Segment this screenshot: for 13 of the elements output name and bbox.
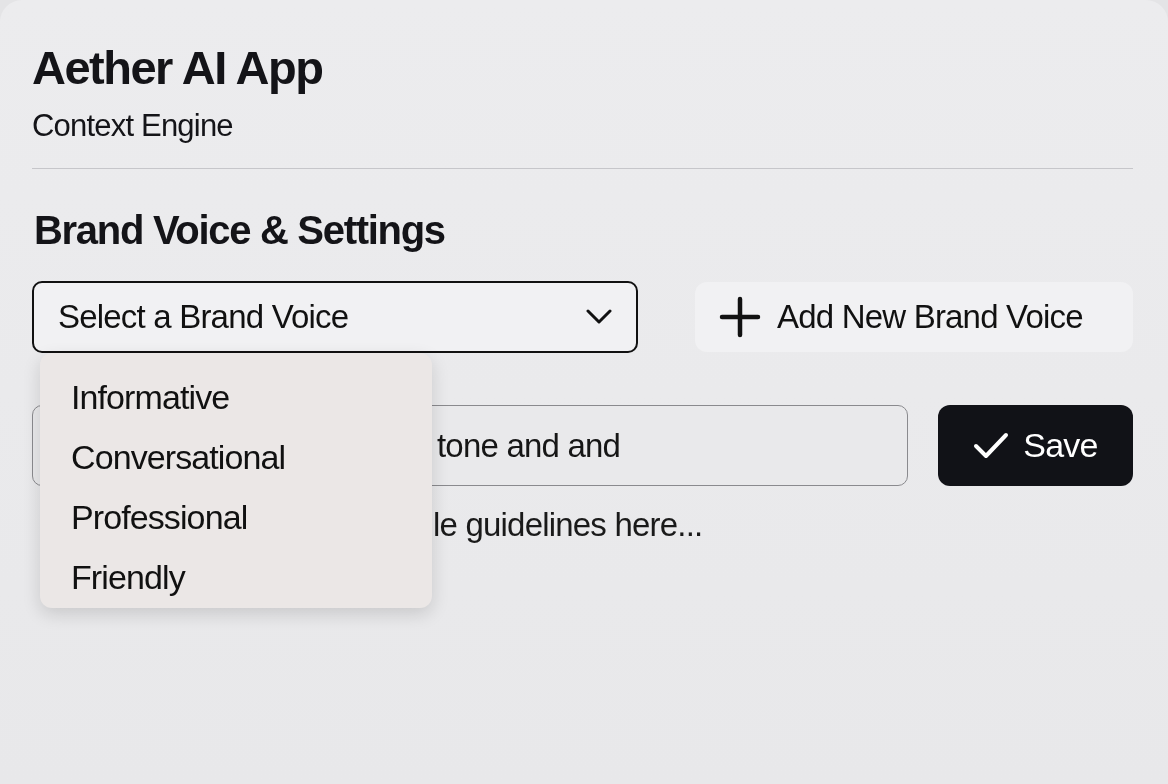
app-title: Aether AI App (32, 40, 324, 96)
dropdown-option[interactable]: Conversational (71, 427, 432, 488)
plus-icon (719, 296, 761, 338)
save-button[interactable]: Save (938, 405, 1133, 486)
app-subtitle: Context Engine (32, 107, 234, 145)
helper-text: le guidelines here... (433, 506, 704, 544)
add-brand-voice-button[interactable]: Add New Brand Voice (695, 282, 1133, 352)
chevron-down-icon (586, 309, 612, 325)
section-heading: Brand Voice & Settings (34, 207, 446, 254)
brand-voice-select[interactable]: Select a Brand Voice (32, 281, 638, 353)
dropdown-option[interactable]: Friendly (71, 547, 432, 608)
checkmark-icon (973, 431, 1010, 460)
dropdown-option[interactable]: Professional (71, 487, 432, 548)
